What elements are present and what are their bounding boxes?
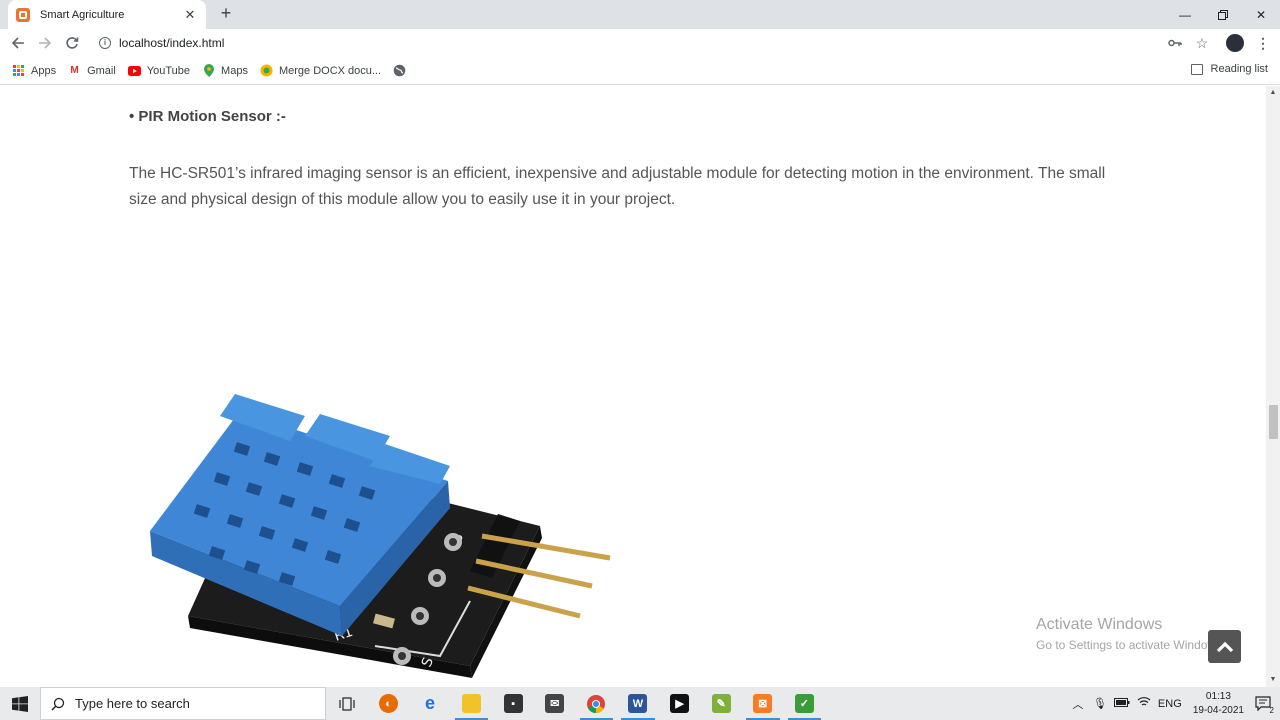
reading-list-button[interactable]: Reading list [1190,63,1268,75]
bookmark-label: Merge DOCX docu... [278,64,382,77]
scrollbar-thumb[interactable] [1269,405,1278,439]
bookmark-label: Gmail [87,64,116,77]
pycharm-icon: ▶ [670,694,690,713]
url-text[interactable]: localhost/index.html [119,36,224,50]
task-view-button[interactable] [326,687,368,720]
task-view-icon [339,696,355,711]
word-icon: W [628,694,648,713]
notification-count: 2 [1269,706,1274,715]
gmail-icon: M [70,65,79,76]
youtube-icon [127,64,141,77]
microphone-icon[interactable]: 🎙 [1090,697,1110,710]
close-window-button[interactable]: ✕ [1242,0,1280,29]
taskbar-app-media[interactable]: ◐ [368,687,410,720]
taskbar-app-word[interactable]: W [617,687,659,720]
maps-icon [202,64,215,77]
watermark-subtitle: Go to Settings to activate Windows. [1036,638,1226,652]
media-player-icon: ◐ [378,694,398,713]
section-heading: • PIR Motion Sensor :- [129,108,286,125]
store-bag-icon: ▪ [503,694,523,713]
clock-date: 19-04-2021 [1192,704,1244,716]
restore-button[interactable] [1204,0,1242,29]
sensor-module-image: R1 S S [150,394,611,678]
bookmark-globe[interactable] [393,64,412,77]
chevron-up-icon [1216,641,1233,652]
section-paragraph: The HC-SR501’s infrared imaging sensor i… [129,165,1106,208]
bookmark-label: Apps [31,64,57,77]
reading-list-icon [1190,63,1203,75]
action-center-button[interactable]: 2 [1252,687,1274,720]
bookmark-merge-docx[interactable]: Merge DOCX docu... [260,64,381,77]
apps-grid-icon [12,64,25,77]
bookmarks-bar: Apps M Gmail YouTube Maps Merge DOCX doc… [0,57,1280,85]
bookmark-star-icon[interactable]: ☆ [1192,33,1212,53]
bookmark-label: Maps [221,64,248,77]
bookmark-apps[interactable]: Apps [12,64,56,77]
taskbar-app-pycharm[interactable]: ▶ [659,687,701,720]
bookmark-maps[interactable]: Maps [202,64,248,77]
wifi-icon[interactable] [1134,696,1154,711]
taskbar-app-store[interactable]: ▪ [492,687,534,720]
reading-list-label: Reading list [1210,63,1268,75]
page-content: • PIR Motion Sensor :- The HC-SR501’s in… [0,86,1266,687]
windows-taskbar: Type here to search ◐ e ▪ ✉ W ▶ ✎ ⊠ ✓ ︿ … [0,687,1280,720]
globe-icon [393,64,406,77]
browser-toolbar: i localhost/index.html ☆ [0,29,1280,57]
chevron-up-icon[interactable]: ︿ [1068,696,1088,712]
tab-title: Smart Agriculture [40,8,125,21]
bookmark-gmail[interactable]: M Gmail [68,64,116,77]
address-bar[interactable]: i localhost/index.html [90,30,1218,56]
taskbar-app-xampp[interactable]: ⊠ [742,687,784,720]
profile-avatar[interactable] [1226,34,1244,52]
windows-logo-icon [12,695,28,712]
back-button[interactable] [8,33,28,53]
merge-docx-icon [260,64,273,77]
taskbar-app-edge[interactable]: e [409,687,451,720]
bookmark-youtube[interactable]: YouTube [127,64,191,77]
reload-button[interactable] [62,33,82,53]
taskbar-app-tool[interactable]: ✎ [700,687,742,720]
tab-strip: Smart Agriculture ✕ + — ✕ [0,0,1280,29]
edge-icon: e [424,693,435,713]
tab-smart-agriculture[interactable]: Smart Agriculture ✕ [8,0,206,29]
key-icon[interactable] [1165,33,1185,53]
site-info-icon[interactable]: i [99,37,111,49]
close-tab-icon[interactable]: ✕ [180,7,200,23]
site-favicon-icon [16,7,30,22]
search-placeholder: Type here to search [75,696,190,711]
mail-icon: ✉ [545,694,565,713]
chrome-icon [587,694,606,713]
activate-windows-watermark: Activate Windows Go to Settings to activ… [1036,616,1225,652]
taskbar-app-file-explorer[interactable] [451,687,493,720]
page-scrollbar[interactable]: ▲ ▼ [1266,86,1280,687]
folder-icon [462,694,482,713]
paint-icon: ✓ [794,694,814,713]
bookmark-label: YouTube [146,64,191,77]
watermark-title: Activate Windows [1036,616,1163,633]
scroll-to-top-button[interactable] [1208,630,1241,663]
clock[interactable]: 01:13 19-04-2021 [1193,690,1244,718]
search-icon [51,697,65,711]
menu-kebab-icon[interactable]: ⋮ [1256,35,1270,51]
language-indicator[interactable]: ENG [1156,698,1184,710]
tool-icon: ✎ [711,694,731,713]
clock-time: 01:13 [1205,690,1231,702]
taskbar-search-box[interactable]: Type here to search [40,687,326,720]
forward-button[interactable] [35,33,55,53]
start-button[interactable] [0,687,40,720]
taskbar-app-mail[interactable]: ✉ [534,687,576,720]
scroll-up-arrow-icon[interactable]: ▲ [1266,86,1280,100]
taskbar-app-chrome[interactable] [576,687,618,720]
minimize-button[interactable]: — [1166,0,1204,29]
system-tray: ︿ 🎙 ENG 01:13 19-04-2021 2 [1067,687,1280,720]
scroll-down-arrow-icon[interactable]: ▼ [1266,673,1280,687]
taskbar-app-paint[interactable]: ✓ [784,687,826,720]
xampp-icon: ⊠ [753,694,773,713]
battery-icon[interactable] [1112,697,1132,710]
new-tab-button[interactable]: + [216,4,236,24]
